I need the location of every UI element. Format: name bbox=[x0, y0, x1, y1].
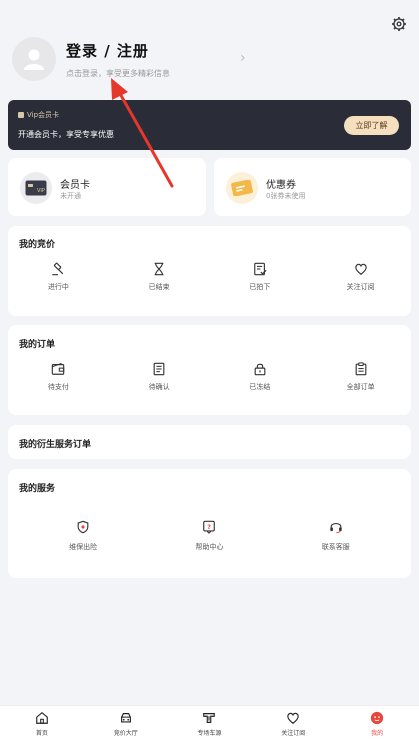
service-maintenance-claims-label: 维保出险 bbox=[69, 543, 98, 551]
order-all[interactable]: 全部订单 bbox=[310, 362, 411, 392]
order-pending-payment[interactable]: 待支付 bbox=[8, 362, 109, 392]
learn-more-button[interactable]: 立即了解 bbox=[344, 116, 399, 135]
bidding-in-progress[interactable]: 进行中 bbox=[8, 262, 109, 292]
bidding-won[interactable]: 已拍下 bbox=[210, 262, 311, 292]
shield-icon bbox=[77, 520, 89, 534]
order-all-label: 全部订单 bbox=[346, 383, 375, 391]
bidding-ended[interactable]: 已结束 bbox=[109, 262, 210, 292]
order-frozen[interactable]: 已冻结 bbox=[210, 362, 311, 392]
bidding-ended-label: 已结束 bbox=[148, 283, 170, 291]
tab-mine[interactable]: 我的 bbox=[335, 706, 419, 741]
login-header[interactable]: 登录 / 注册 点击登录，享受更多精彩信息 bbox=[12, 36, 259, 82]
membership-banner[interactable]: Vip会员卡 开通会员卡，享受专享优惠 立即了解 bbox=[8, 100, 411, 150]
membership-tagline: 开通会员卡，享受专享优惠 bbox=[18, 130, 114, 139]
bidding-in-progress-label: 进行中 bbox=[47, 283, 69, 291]
my-bidding-title: 我的竞价 bbox=[19, 240, 56, 250]
wallet-icon bbox=[52, 362, 65, 375]
avatar-placeholder-icon bbox=[24, 49, 44, 70]
gear-icon[interactable] bbox=[391, 16, 407, 32]
lock-icon bbox=[254, 363, 266, 376]
tab-mine-label: 我的 bbox=[371, 729, 384, 737]
derived-service-orders-title[interactable]: 我的衍生服务订单 bbox=[19, 437, 91, 450]
bidding-subscriptions-label: 关注订阅 bbox=[346, 283, 375, 291]
confirm-document-icon bbox=[153, 362, 165, 376]
coupon-status: 0张券未使用 bbox=[266, 192, 306, 200]
tab-special-sources-label: 专场车源 bbox=[197, 729, 222, 737]
help-icon: ? bbox=[203, 520, 216, 534]
bidding-subscriptions[interactable]: 关注订阅 bbox=[310, 262, 411, 292]
coupon-icon bbox=[226, 172, 258, 204]
tab-home-label: 首页 bbox=[35, 729, 48, 737]
hourglass-icon bbox=[154, 262, 164, 276]
service-help-center-label: 帮助中心 bbox=[195, 543, 224, 551]
service-contact-support-label: 联系客服 bbox=[321, 543, 350, 551]
bidding-won-label: 已拍下 bbox=[249, 283, 271, 291]
svg-text:VIP: VIP bbox=[37, 188, 45, 194]
tab-special-sources[interactable]: 专场车源 bbox=[168, 706, 252, 741]
won-document-icon bbox=[254, 262, 267, 276]
home-icon bbox=[36, 711, 48, 724]
tab-subscriptions-label: 关注订阅 bbox=[281, 729, 306, 737]
gavel-icon bbox=[52, 262, 64, 276]
my-orders-grid: 待支付 待确认 已冻结 全部订单 bbox=[8, 362, 411, 392]
my-bidding-grid: 进行中 已结束 已拍下 关注订阅 bbox=[8, 262, 411, 292]
login-subtitle: 点击登录，享受更多精彩信息 bbox=[66, 68, 170, 78]
heart-icon bbox=[354, 263, 367, 275]
bottom-tab-bar: 首页 竞价大厅 专场车源 关注订阅 我的 bbox=[0, 705, 419, 741]
my-orders-title: 我的订单 bbox=[19, 340, 56, 350]
membership-tag: Vip会员卡 bbox=[18, 110, 59, 120]
heart-icon bbox=[287, 712, 300, 724]
service-contact-support[interactable]: 联系客服 bbox=[273, 520, 399, 552]
member-card-title: 会员卡 bbox=[60, 180, 90, 191]
profile-icon bbox=[370, 711, 384, 724]
coupon-title: 优惠券 bbox=[266, 180, 296, 191]
clipboard-icon bbox=[355, 362, 367, 376]
tab-subscriptions[interactable]: 关注订阅 bbox=[251, 706, 335, 741]
coupon-entry[interactable]: 优惠券 0张券未使用 bbox=[214, 158, 411, 216]
headset-icon bbox=[330, 523, 342, 534]
order-frozen-label: 已冻结 bbox=[249, 383, 271, 391]
tab-bidding-hall[interactable]: 竞价大厅 bbox=[84, 706, 168, 741]
order-pending-confirm[interactable]: 待确认 bbox=[109, 362, 210, 392]
order-pending-payment-label: 待支付 bbox=[47, 383, 69, 391]
special-source-icon bbox=[203, 712, 216, 723]
chevron-right-icon[interactable]: › bbox=[240, 50, 246, 66]
tab-bidding-hall-label: 竞价大厅 bbox=[113, 729, 138, 737]
membership-tag-label: Vip会员卡 bbox=[27, 111, 60, 119]
order-pending-confirm-label: 待确认 bbox=[148, 383, 170, 391]
my-services-title: 我的服务 bbox=[19, 484, 56, 494]
login-register-title[interactable]: 登录 / 注册 bbox=[66, 40, 170, 61]
svg-text:?: ? bbox=[208, 524, 212, 531]
avatar[interactable] bbox=[12, 37, 56, 81]
bidding-hall-icon bbox=[120, 712, 131, 723]
vip-card-icon: VIP bbox=[20, 172, 52, 204]
tab-home[interactable]: 首页 bbox=[0, 706, 84, 741]
service-help-center[interactable]: ? 帮助中心 bbox=[146, 520, 272, 552]
annotation-arrow-icon bbox=[111, 78, 174, 188]
vip-badge-icon bbox=[18, 112, 24, 118]
service-maintenance-claims[interactable]: 维保出险 bbox=[20, 520, 146, 552]
my-services-grid: 维保出险 ? 帮助中心 联系客服 bbox=[8, 520, 411, 552]
member-card-status: 未开通 bbox=[60, 192, 81, 200]
